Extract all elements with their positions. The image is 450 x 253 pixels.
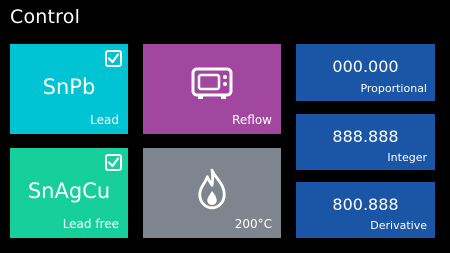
- proportional-value: 000.000: [332, 57, 399, 76]
- temperature-readout: 200°C: [234, 217, 272, 231]
- flame-icon: [198, 168, 226, 210]
- alloy-label: SnAgCu: [27, 179, 111, 203]
- proportional-tile[interactable]: 000.000 Proportional: [296, 44, 435, 101]
- integer-tile[interactable]: 888.888 Integer: [296, 114, 435, 170]
- tile-caption: Lead free: [62, 217, 119, 231]
- lead-free-profile-tile[interactable]: SnAgCu Lead free: [10, 148, 128, 238]
- checkbox-checked-icon[interactable]: [105, 154, 122, 171]
- integer-value: 888.888: [332, 127, 399, 146]
- tile-caption: Lead: [90, 113, 119, 127]
- lead-profile-tile[interactable]: SnPb Lead: [10, 44, 128, 134]
- proportional-label: Proportional: [360, 82, 427, 95]
- oven-icon: [191, 67, 233, 99]
- integer-label: Integer: [387, 151, 427, 164]
- temperature-tile[interactable]: 200°C: [143, 148, 281, 238]
- derivative-value: 800.888: [332, 195, 399, 214]
- alloy-label: SnPb: [42, 75, 96, 99]
- derivative-label: Derivative: [370, 219, 427, 232]
- reflow-tile[interactable]: Reflow: [143, 44, 281, 134]
- derivative-tile[interactable]: 800.888 Derivative: [296, 182, 435, 238]
- checkbox-checked-icon[interactable]: [105, 50, 122, 67]
- page-title: Control: [10, 6, 81, 28]
- tile-caption: Reflow: [232, 113, 272, 127]
